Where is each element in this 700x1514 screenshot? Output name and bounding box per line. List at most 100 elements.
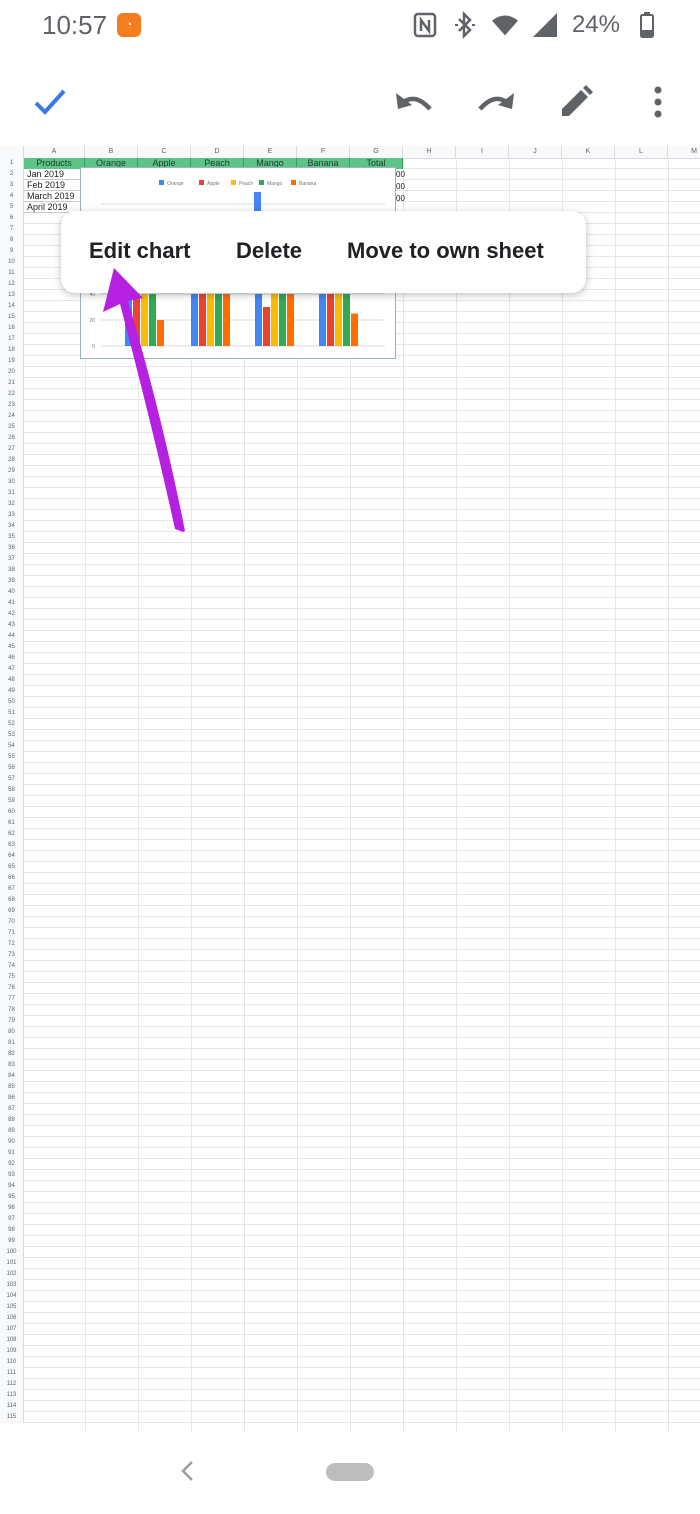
grid-row[interactable]: 31 <box>0 488 700 499</box>
move-to-own-sheet-menu-item[interactable]: Move to own sheet <box>347 238 544 264</box>
grid-corner[interactable] <box>0 146 24 158</box>
grid-row[interactable]: 80 <box>0 1027 700 1038</box>
grid-row[interactable]: 64 <box>0 851 700 862</box>
row-number[interactable]: 38 <box>0 565 24 576</box>
row-number[interactable]: 12 <box>0 279 24 290</box>
column-header-m[interactable]: M <box>668 146 700 158</box>
row-number[interactable]: 17 <box>0 334 24 345</box>
row-number[interactable]: 11 <box>0 268 24 279</box>
grid-row[interactable]: 111 <box>0 1368 700 1379</box>
grid-row[interactable]: 77 <box>0 994 700 1005</box>
row-number[interactable]: 56 <box>0 763 24 774</box>
row-number[interactable]: 67 <box>0 884 24 895</box>
row-number[interactable]: 47 <box>0 664 24 675</box>
row-number[interactable]: 80 <box>0 1027 24 1038</box>
grid-row[interactable]: 52 <box>0 719 700 730</box>
grid-row[interactable]: 74 <box>0 961 700 972</box>
grid-row[interactable]: 32 <box>0 499 700 510</box>
grid-row[interactable]: 84 <box>0 1071 700 1082</box>
redo-button[interactable] <box>474 80 518 124</box>
grid-row[interactable]: 91 <box>0 1148 700 1159</box>
row-number[interactable]: 98 <box>0 1225 24 1236</box>
column-header-j[interactable]: J <box>509 146 562 158</box>
row-number[interactable]: 105 <box>0 1302 24 1313</box>
row-number[interactable]: 19 <box>0 356 24 367</box>
grid-row[interactable]: 51 <box>0 708 700 719</box>
row-number[interactable]: 96 <box>0 1203 24 1214</box>
grid-row[interactable]: 69 <box>0 906 700 917</box>
row-number[interactable]: 94 <box>0 1181 24 1192</box>
grid-row[interactable]: 25 <box>0 422 700 433</box>
row-number[interactable]: 85 <box>0 1082 24 1093</box>
grid-row[interactable]: 87 <box>0 1104 700 1115</box>
grid-row[interactable]: 39 <box>0 576 700 587</box>
back-button[interactable] <box>172 1456 202 1486</box>
row-number[interactable]: 84 <box>0 1071 24 1082</box>
column-header-l[interactable]: L <box>615 146 668 158</box>
row-number[interactable]: 72 <box>0 939 24 950</box>
grid-row[interactable]: 21 <box>0 378 700 389</box>
grid-row[interactable]: 62 <box>0 829 700 840</box>
grid-row[interactable]: 41 <box>0 598 700 609</box>
grid-row[interactable]: 45 <box>0 642 700 653</box>
grid-row[interactable]: 113 <box>0 1390 700 1401</box>
grid-row[interactable]: 37 <box>0 554 700 565</box>
row-number[interactable]: 53 <box>0 730 24 741</box>
grid-row[interactable]: 104 <box>0 1291 700 1302</box>
row-number[interactable]: 27 <box>0 444 24 455</box>
row-number[interactable]: 113 <box>0 1390 24 1401</box>
row-number[interactable]: 74 <box>0 961 24 972</box>
row-number[interactable]: 41 <box>0 598 24 609</box>
grid-row[interactable]: 110 <box>0 1357 700 1368</box>
grid-row[interactable]: 70 <box>0 917 700 928</box>
row-number[interactable]: 103 <box>0 1280 24 1291</box>
grid-row[interactable]: 82 <box>0 1049 700 1060</box>
grid-row[interactable]: 56 <box>0 763 700 774</box>
product-cell[interactable]: March 2019 <box>24 191 82 202</box>
grid-row[interactable]: 48 <box>0 675 700 686</box>
row-number[interactable]: 46 <box>0 653 24 664</box>
row-number[interactable]: 64 <box>0 851 24 862</box>
grid-row[interactable]: 43 <box>0 620 700 631</box>
done-button[interactable] <box>28 80 72 124</box>
row-number[interactable]: 28 <box>0 455 24 466</box>
row-number[interactable]: 52 <box>0 719 24 730</box>
row-number[interactable]: 69 <box>0 906 24 917</box>
row-number[interactable]: 104 <box>0 1291 24 1302</box>
row-number[interactable]: 108 <box>0 1335 24 1346</box>
column-header-e[interactable]: E <box>244 146 297 158</box>
grid-row[interactable]: 55 <box>0 752 700 763</box>
grid-row[interactable]: 35 <box>0 532 700 543</box>
grid-row[interactable]: 108 <box>0 1335 700 1346</box>
row-number[interactable]: 16 <box>0 323 24 334</box>
grid-row[interactable]: 66 <box>0 873 700 884</box>
grid-row[interactable]: 28 <box>0 455 700 466</box>
row-number[interactable]: 90 <box>0 1137 24 1148</box>
row-number[interactable]: 109 <box>0 1346 24 1357</box>
grid-row[interactable]: 49 <box>0 686 700 697</box>
column-header-i[interactable]: I <box>456 146 509 158</box>
grid-row[interactable]: 112 <box>0 1379 700 1390</box>
column-header-a[interactable]: A <box>24 146 85 158</box>
row-number[interactable]: 25 <box>0 422 24 433</box>
row-number[interactable]: 6 <box>0 213 24 224</box>
home-pill[interactable] <box>326 1463 374 1481</box>
row-number[interactable]: 78 <box>0 1005 24 1016</box>
row-number[interactable]: 33 <box>0 510 24 521</box>
grid-row[interactable]: 100 <box>0 1247 700 1258</box>
product-cell[interactable]: Jan 2019 <box>24 169 82 180</box>
row-number[interactable]: 65 <box>0 862 24 873</box>
row-number[interactable]: 34 <box>0 521 24 532</box>
grid-row[interactable]: 36 <box>0 543 700 554</box>
grid-row[interactable]: 65 <box>0 862 700 873</box>
row-number[interactable]: 62 <box>0 829 24 840</box>
row-number[interactable]: 68 <box>0 895 24 906</box>
row-number[interactable]: 70 <box>0 917 24 928</box>
row-number[interactable]: 39 <box>0 576 24 587</box>
grid-row[interactable]: 61 <box>0 818 700 829</box>
column-header-k[interactable]: K <box>562 146 615 158</box>
row-number[interactable]: 86 <box>0 1093 24 1104</box>
row-number[interactable]: 49 <box>0 686 24 697</box>
row-number[interactable]: 22 <box>0 389 24 400</box>
row-number[interactable]: 79 <box>0 1016 24 1027</box>
